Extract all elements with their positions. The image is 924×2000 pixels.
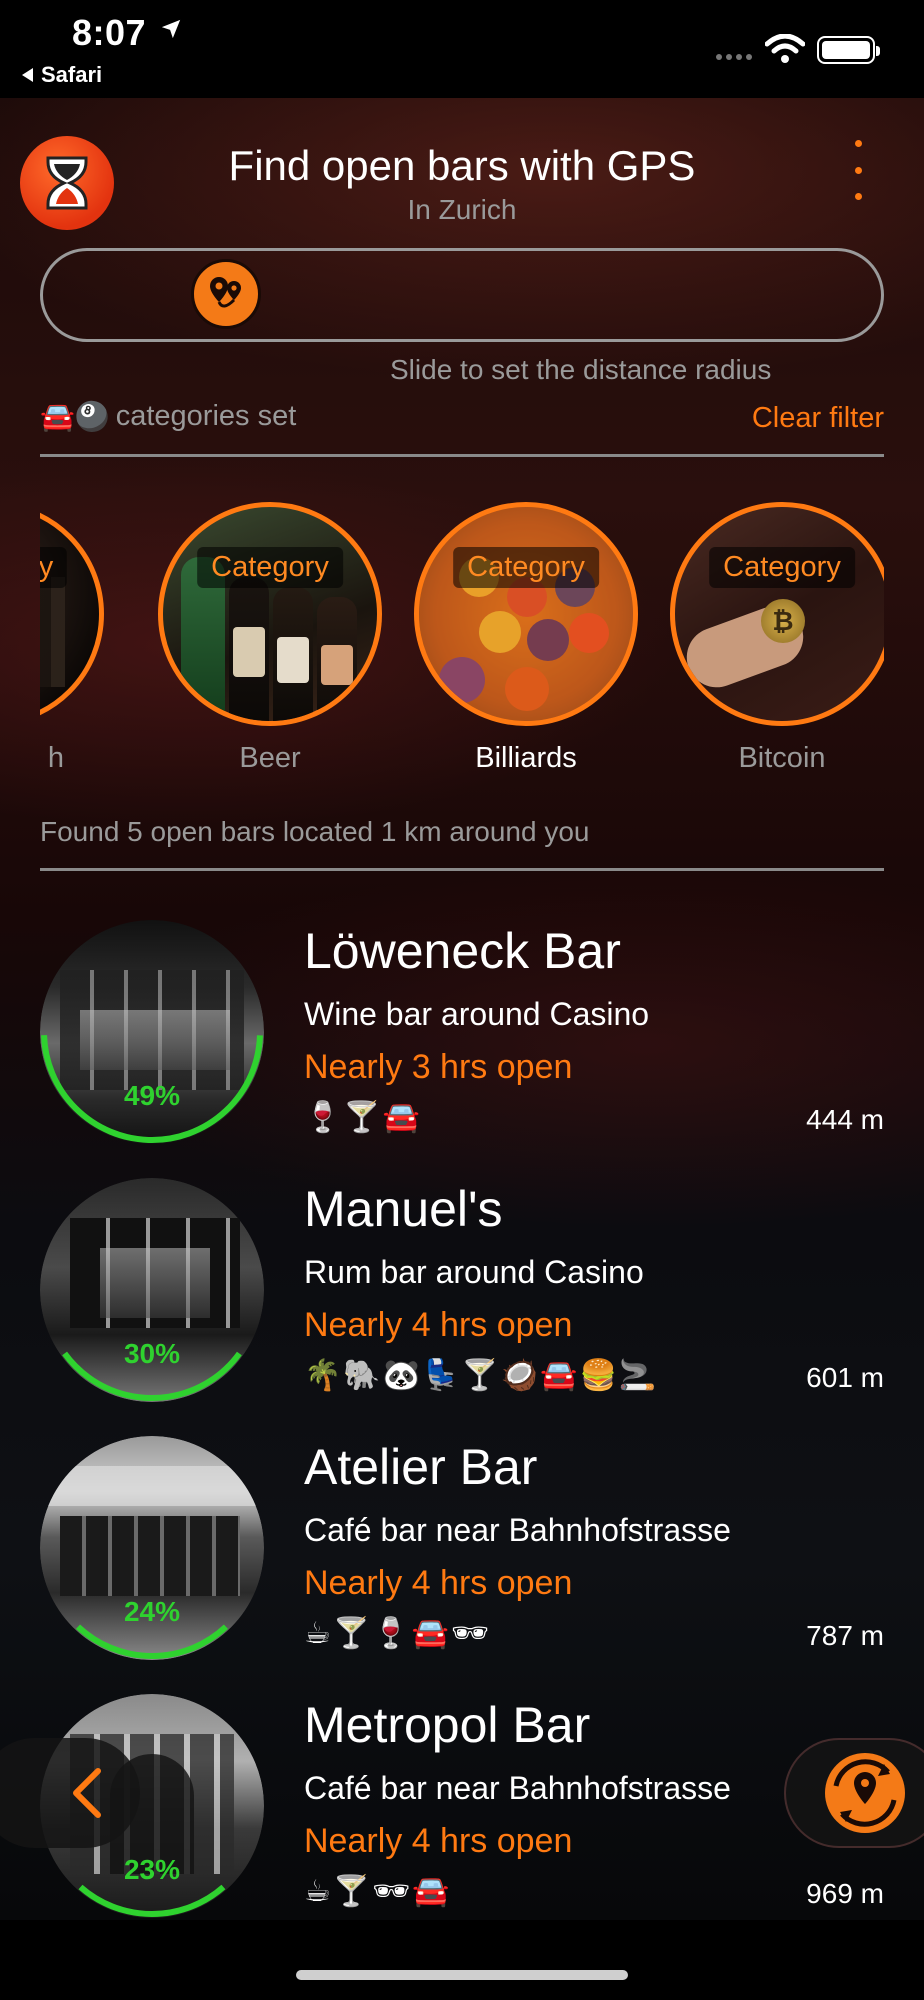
bar-description: Café bar near Bahnhofstrasse [304,1770,731,1806]
open-percent: 30% [123,1338,181,1369]
slider-thumb[interactable] [191,259,261,329]
bar-distance: 601 m [806,1362,884,1393]
cellular-signal-icon [716,54,752,60]
categories-set-label: categories set [115,400,297,432]
active-categories: 🚘🎱 categories set [40,400,296,433]
more-vertical-icon[interactable] [848,140,868,200]
wifi-icon [765,34,805,63]
location-arrow-icon [161,19,181,39]
page-title: Find open bars with GPS [228,142,696,189]
results-summary: Found 5 open bars located 1 km around yo… [40,816,590,847]
back-app-label: Safari [41,62,103,87]
map-pins-icon [210,277,241,308]
bar-distance: 444 m [806,1104,884,1135]
bar-feature-emojis: ☕🍸🍷🚘🕶 [304,1617,492,1650]
divider [40,868,884,871]
bar-photo: 24% [40,1436,264,1660]
category-carousel[interactable]: gory h Category Beer [40,502,884,792]
open-percent: 49% [123,1080,181,1111]
category-item-bitcoin[interactable]: ₿ Category Bitcoin [670,502,884,775]
category-label: Beer [239,742,301,774]
bar-list-item[interactable]: 30% Manuel's Rum bar around Casino Nearl… [40,1178,884,1418]
hourglass-icon [46,156,88,210]
page-subtitle: In Zurich [407,194,517,225]
bar-description: Wine bar around Casino [304,996,650,1032]
active-category-emojis: 🚘🎱 [40,401,110,432]
location-refresh-icon [825,1753,905,1833]
category-label: Bitcoin [738,742,826,774]
bar-description: Café bar near Bahnhofstrasse [304,1512,731,1548]
status-bar: 8:07 Safari [0,0,924,98]
category-tag: Category [197,547,343,588]
category-image: ₿ Category [670,502,884,726]
bar-feature-emojis: ☕🍸🕶🚘 [304,1875,452,1908]
bar-name: Manuel's [304,1181,503,1237]
home-indicator[interactable] [296,1970,628,1980]
bar-open-time: Nearly 4 hrs open [304,1306,573,1344]
bar-feature-emojis: 🍷🍸🚘 [304,1101,423,1134]
bar-feature-emojis: 🌴🐘🐼💺🍸🥥🚘🍔🚬 [304,1359,659,1392]
bar-distance: 787 m [806,1620,884,1651]
category-tag: gory [40,547,68,588]
chevron-left-icon [73,1768,101,1818]
category-image: Category [414,502,638,726]
back-to-safari[interactable]: Safari [22,62,102,88]
category-item-beach[interactable]: gory h [40,502,104,775]
bar-list-item[interactable]: 24% Atelier Bar Café bar near Bahnhofstr… [40,1436,884,1676]
divider [40,454,884,457]
category-item-billiards[interactable]: Category Billiards [414,502,638,775]
bar-open-time: Nearly 4 hrs open [304,1822,573,1860]
bar-description: Rum bar around Casino [304,1254,644,1290]
bar-distance: 969 m [806,1878,884,1909]
slider-hint: Slide to set the distance radius [390,354,772,385]
category-label: h [47,742,64,774]
open-percent: 24% [123,1596,181,1627]
category-image: Category [158,502,382,726]
bar-open-time: Nearly 3 hrs open [304,1048,573,1086]
clear-filter-button[interactable]: Clear filter [752,402,884,435]
bar-name: Metropol Bar [304,1697,591,1753]
status-time: 8:07 [72,12,147,53]
bar-list-item[interactable]: 23% Metropol Bar Café bar near Bahnhofst… [40,1694,884,1920]
bar-name: Löweneck Bar [304,923,621,979]
bar-list-item[interactable]: 49% Löweneck Bar Wine bar around Casino … [40,920,884,1160]
locate-button[interactable] [784,1738,924,1848]
home-indicator-area [0,1920,924,2000]
back-button[interactable] [0,1738,140,1848]
distance-slider[interactable] [40,248,884,342]
app-logo[interactable] [20,136,114,230]
category-tag: Category [709,547,855,588]
back-triangle-icon [22,68,33,82]
category-label: Billiards [475,742,577,774]
category-item-beer[interactable]: Category Beer [158,502,382,775]
app-screen: Find open bars with GPS In Zurich Slide … [0,98,924,1920]
category-tag: Category [453,547,599,588]
bar-photo: 49% [40,920,264,1144]
category-image: gory [40,502,104,726]
bar-name: Atelier Bar [304,1439,538,1495]
open-percent: 23% [123,1854,181,1885]
bar-photo: 30% [40,1178,264,1402]
bar-open-time: Nearly 4 hrs open [304,1564,573,1602]
battery-icon [817,36,880,64]
